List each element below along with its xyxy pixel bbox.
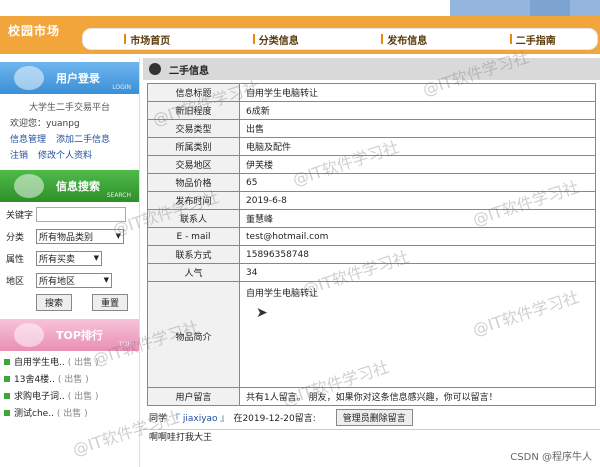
reset-button[interactable]: 重置 [92, 294, 129, 311]
top-item[interactable]: 测试che..( 出售 ) [4, 404, 135, 421]
bullet-icon [149, 63, 161, 75]
link-logout[interactable]: 注销 [10, 151, 28, 161]
page-title: 二手信息 [143, 58, 600, 80]
login-panel: 大学生二手交易平台 欢迎您：yuanpg 信息管理 添加二手信息 注销 修改个人资料 [0, 94, 139, 170]
nav-bar-icon [509, 34, 512, 44]
nav-guide[interactable]: 二手指南 [469, 29, 598, 49]
field-label: 联系方式 [147, 245, 240, 264]
main-content: 二手信息 信息标题 自用学生电脑转让 新旧程度 6成新 交易类型 出售 所属类别 电脑及配件交… [143, 58, 600, 467]
top-list: 自用学生电..( 出售 ) 13舍4楼..( 出售 ) 求购电子词..( 出售 … [0, 351, 139, 423]
field-label: 物品价格 [147, 173, 240, 192]
table-row: 联系人 董慧峰 [147, 209, 596, 228]
bullet-icon [4, 392, 10, 399]
area-label: 地区 [6, 276, 25, 287]
sidebar: 用户登录 LOGIN 大学生二手交易平台 欢迎您：yuanpg 信息管理 添加二手… [0, 58, 140, 467]
search-button[interactable]: 搜索 [36, 294, 73, 311]
comment-user[interactable]: 『 jiaxiyao 』 [171, 411, 229, 424]
field-label: 联系人 [147, 209, 240, 228]
category-select[interactable]: 所有物品类别 ▼ [36, 228, 124, 244]
link-edit-profile[interactable]: 修改个人资料 [38, 151, 92, 161]
cursor-icon: ➤ [256, 305, 268, 321]
link-add-item[interactable]: 添加二手信息 [56, 135, 110, 145]
bullet-icon [4, 409, 10, 416]
comment-time: 在2019-12-20留言: [233, 413, 316, 424]
nav-bar-icon [124, 34, 127, 44]
top-item[interactable]: 求购电子词..( 出售 ) [4, 387, 135, 404]
chevron-down-icon: ▼ [103, 276, 109, 284]
chevron-down-icon: ▼ [115, 232, 121, 240]
nav-home[interactable]: 市场首页 [83, 29, 212, 49]
nav-category[interactable]: 分类信息 [212, 29, 341, 49]
field-value: 共有1人留言。 朋友，如果你对这条信息感兴趣，你可以留言！ [239, 387, 596, 406]
field-label: 人气 [147, 263, 240, 282]
comment-text: 啊啊哇打我大王 [143, 429, 600, 445]
field-value: 伊芙楼 [239, 155, 596, 174]
table-row: 发布时间 2019-6-8 [147, 191, 596, 210]
main-nav: 市场首页 分类信息 发布信息 二手指南 [82, 28, 598, 50]
field-value: 自用学生电脑转让 [239, 83, 596, 102]
header: 校园市场 市场首页 分类信息 发布信息 二手指南 [0, 0, 600, 62]
table-row: 交易地区 伊芙楼 [147, 155, 596, 174]
field-value: 34 [239, 263, 596, 282]
nav-bar-icon [381, 34, 384, 44]
table-row: 联系方式 15896358748 [147, 245, 596, 264]
field-label: 发布时间 [147, 191, 240, 210]
field-value: test@hotmail.com [239, 227, 596, 246]
welcome-text: 欢迎您：yuanpg [10, 119, 80, 129]
search-header: 信息搜索 SEARCH [0, 170, 139, 202]
field-value: 15896358748 [239, 245, 596, 264]
table-row: 所属类别 电脑及配件 [147, 137, 596, 156]
top-item[interactable]: 自用学生电..( 出售 ) [4, 353, 135, 370]
table-row: 交易类型 出售 [147, 119, 596, 138]
footer-credit: CSDN @程序牛人 [510, 452, 592, 463]
info-table: 信息标题 自用学生电脑转让 新旧程度 6成新 交易类型 出售 所属类别 电脑及配件 交易地区 伊芙… [147, 83, 596, 406]
link-info-manage[interactable]: 信息管理 [10, 135, 46, 145]
field-label: 物品简介 [147, 281, 240, 388]
field-label: 信息标题 [147, 83, 240, 102]
area-select[interactable]: 所有地区 ▼ [36, 272, 112, 288]
delete-comment-button[interactable]: 管理员删除留言 [335, 408, 413, 426]
table-row: E - mail test@hotmail.com [147, 227, 596, 246]
site-name: 大学生二手交易平台 [28, 103, 110, 113]
site-title: 校园市场 [8, 24, 61, 38]
field-value: 2019-6-8 [239, 191, 596, 210]
attr-label: 属性 [6, 254, 25, 265]
table-row: 人气 34 [147, 263, 596, 282]
comment-row: 同学 『 jiaxiyao 』 在2019-12-20留言: 管理员删除留言 [143, 407, 600, 427]
bullet-icon [4, 358, 10, 365]
bullet-icon [4, 375, 10, 382]
field-value: 电脑及配件 [239, 137, 596, 156]
nav-bar-icon [252, 34, 255, 44]
top-header: TOP排行 TOP [0, 319, 139, 351]
field-value: 65 [239, 173, 596, 192]
field-label: 所属类别 [147, 137, 240, 156]
nav-publish[interactable]: 发布信息 [340, 29, 469, 49]
table-row: 新旧程度 6成新 [147, 101, 596, 120]
table-row: 用户留言 共有1人留言。 朋友，如果你对这条信息感兴趣，你可以留言！ [147, 387, 596, 406]
table-row: 信息标题 自用学生电脑转让 [147, 83, 596, 102]
attr-select[interactable]: 所有买卖 ▼ [36, 250, 102, 266]
search-panel: 关键字 分类 所有物品类别 ▼ 属性 所有买卖 ▼ 地区 所有地区 ▼ 搜索 重置 [0, 202, 139, 315]
chevron-down-icon: ▼ [93, 254, 99, 262]
field-value: 董慧峰 [239, 209, 596, 228]
keyword-label: 关键字 [6, 210, 34, 221]
table-row: 物品价格 65 [147, 173, 596, 192]
field-label: E - mail [147, 227, 240, 246]
field-value: 自用学生电脑转让 ➤ [239, 281, 596, 388]
magnifier-icon [14, 174, 44, 198]
field-label: 新旧程度 [147, 101, 240, 120]
field-label: 交易地区 [147, 155, 240, 174]
table-row: 物品简介 自用学生电脑转让 ➤ [147, 281, 596, 388]
field-value: 出售 [239, 119, 596, 138]
top-item[interactable]: 13舍4楼..( 出售 ) [4, 370, 135, 387]
field-label: 用户留言 [147, 387, 240, 406]
category-label: 分类 [6, 232, 25, 243]
field-value: 6成新 [239, 101, 596, 120]
field-label: 交易类型 [147, 119, 240, 138]
login-header: 用户登录 LOGIN [0, 62, 139, 94]
ranking-icon [14, 323, 44, 347]
keyword-input[interactable] [36, 206, 126, 222]
user-icon [14, 66, 44, 90]
